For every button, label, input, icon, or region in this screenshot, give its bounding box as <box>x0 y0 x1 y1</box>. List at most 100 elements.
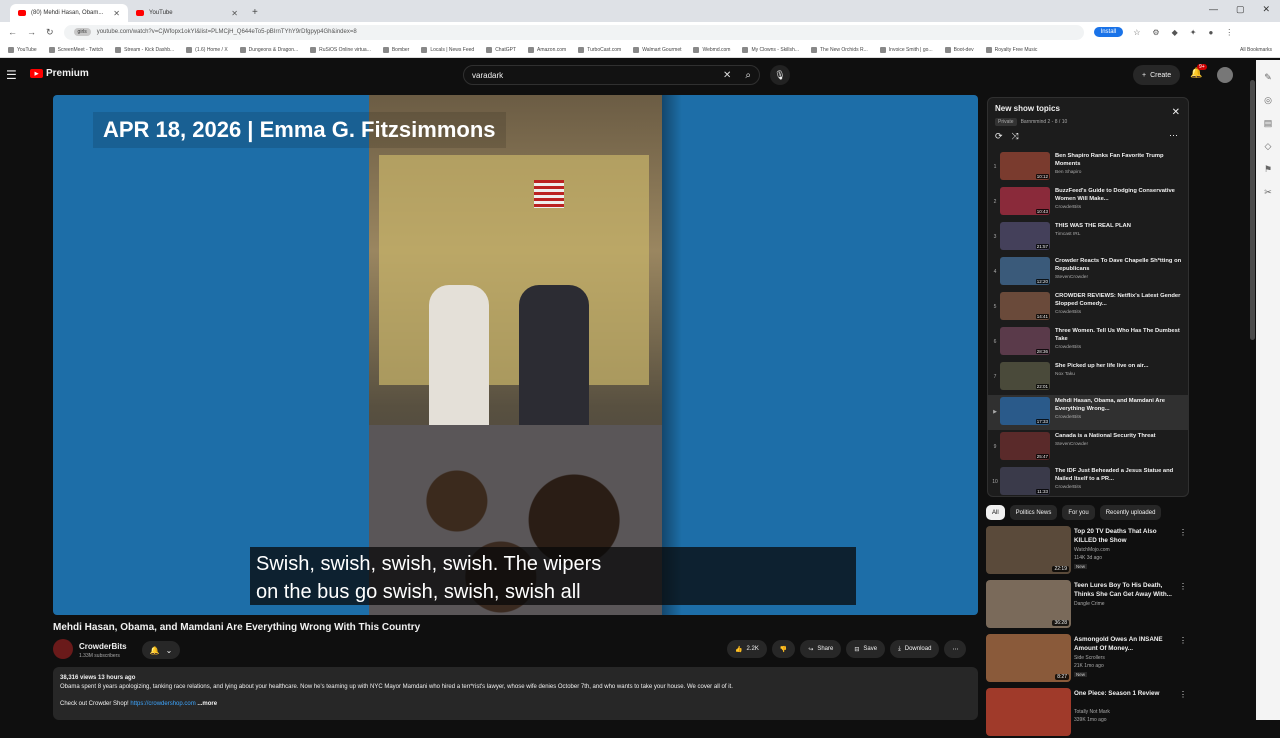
filter-chip[interactable]: For you <box>1062 505 1095 520</box>
bookmark-item[interactable]: Stream - Kick Dashb... <box>115 46 174 53</box>
playlist-item[interactable]: 2 10:43 BuzzFeed's Guide to Dodging Conser… <box>988 185 1188 220</box>
subscription-bell-button[interactable]: 🔔 ⌄ <box>142 641 180 659</box>
reload-icon[interactable]: ↻ <box>46 27 54 38</box>
playlist-item-title[interactable]: Ben Shapiro Ranks Fan Favorite Trump Mom… <box>1055 152 1186 168</box>
playlist-item-title[interactable]: THIS WAS THE REAL PLAN <box>1055 222 1186 230</box>
playlist-item-channel[interactable]: StevenCrowder <box>1055 275 1186 280</box>
search-icon[interactable]: ⌕ <box>745 70 751 81</box>
bookmark-item[interactable]: The New Orchids R... <box>810 46 868 53</box>
playlist-thumbnail[interactable]: 10:43 <box>1000 187 1050 215</box>
search-box[interactable]: varadark ✕ ⌕ <box>463 65 760 85</box>
playlist-item[interactable]: 3 21:57 THIS WAS THE REAL PLAN Timcast IRL <box>988 220 1188 255</box>
video-thumbnail[interactable]: 22:19 <box>986 526 1071 574</box>
playlist-thumbnail[interactable]: 22:01 <box>1000 362 1050 390</box>
sidebar-icon[interactable]: ◇ <box>1265 141 1272 152</box>
bookmark-item[interactable]: ScreenMeet - Twitch <box>48 46 103 53</box>
playlist-thumbnail[interactable]: 21:57 <box>1000 222 1050 250</box>
recommended-title[interactable]: Top 20 TV Deaths That Also KILLED the Sh… <box>1074 527 1172 545</box>
playlist-item-channel[interactable]: CrowderBits <box>1055 415 1186 420</box>
page-scrollbar[interactable] <box>1249 60 1256 720</box>
playlist-item-title[interactable]: Canada is a National Security Threat <box>1055 432 1186 440</box>
shop-link[interactable]: https://crowdershop.com <box>130 701 195 707</box>
playlist-thumbnail[interactable]: 25:47 <box>1000 432 1050 460</box>
extension-icon[interactable]: ◆ <box>1172 28 1178 37</box>
playlist-thumbnail[interactable]: 28:36 <box>1000 327 1050 355</box>
like-button[interactable]: 👍 2.2K <box>727 640 767 658</box>
browser-tab-video[interactable]: (80) Mehdi Hasan, Obam... ✕ <box>10 4 128 22</box>
playlist-item-title[interactable]: Three Women. Tell Us Who Has The Dumbest… <box>1055 327 1186 343</box>
playlist-item-channel[interactable]: Ben Shapiro <box>1055 170 1186 175</box>
bookmark-item[interactable]: Amazon.com <box>528 46 566 53</box>
more-icon[interactable]: ⋮ <box>1179 528 1187 537</box>
sidebar-icon[interactable]: ✎ <box>1264 72 1272 83</box>
playlist-item-title[interactable]: She Picked up her life live on air... <box>1055 362 1186 370</box>
playlist-thumbnail[interactable]: 11:33 <box>1000 467 1050 495</box>
bookmark-item[interactable]: Walmart Gourmet <box>633 46 681 53</box>
close-tab-icon[interactable]: ✕ <box>231 9 238 18</box>
youtube-logo[interactable]: ▶ Premium <box>30 68 89 79</box>
playlist-item[interactable]: ▶ 17:33 Mehdi Hasan, Obama, and Mamdani Ar… <box>988 395 1188 430</box>
playlist-thumbnail[interactable]: 10:12 <box>1000 152 1050 180</box>
loop-icon[interactable]: ⟳ <box>995 131 1003 142</box>
notifications-bell-icon[interactable]: 🔔 9+ <box>1190 64 1207 79</box>
browser-tab-youtube[interactable]: YouTube ✕ <box>128 4 246 22</box>
more-link[interactable]: ...more <box>197 701 217 707</box>
back-icon[interactable]: ← <box>8 27 17 37</box>
playlist-thumbnail[interactable]: 17:33 <box>1000 397 1050 425</box>
bookmark-item[interactable]: Locals | News Feed <box>421 46 474 53</box>
site-chip[interactable]: girls <box>73 28 91 36</box>
video-thumbnail[interactable] <box>986 688 1071 736</box>
install-button[interactable]: Install <box>1093 27 1124 37</box>
playlist-item[interactable]: 10 11:33 The IDF Just Beheaded a Jesus Sta… <box>988 465 1188 496</box>
channel-avatar[interactable] <box>53 639 73 659</box>
video-thumbnail[interactable]: 8:27 <box>986 634 1071 682</box>
bookmark-item[interactable]: RuSiOS Online virtua... <box>310 46 371 53</box>
close-window-icon[interactable]: ✕ <box>1262 4 1270 15</box>
search-input[interactable]: varadark <box>472 71 503 80</box>
playlist-item[interactable]: 6 28:36 Three Women. Tell Us Who Has The D… <box>988 325 1188 360</box>
playlist-item[interactable]: 1 10:12 Ben Shapiro Ranks Fan Favorite Tru… <box>988 150 1188 185</box>
bookmark-item[interactable]: Webmd.com <box>693 46 730 53</box>
description-box[interactable]: 38,316 views 13 hours ago Obama spent 8 … <box>53 667 978 720</box>
more-icon[interactable]: ⋮ <box>1179 636 1187 645</box>
recommended-title[interactable]: One Piece: Season 1 Review <box>1074 689 1172 698</box>
url-field[interactable]: girls youtube.com/watch?v=CjWfopx1okYI&l… <box>63 24 1084 40</box>
star-icon[interactable]: ☆ <box>1133 28 1140 37</box>
bookmark-item[interactable]: YouTube <box>8 46 37 53</box>
playlist-item-channel[interactable]: CrowderBits <box>1055 310 1186 315</box>
playlist-item-channel[interactable]: CrowderBits <box>1055 485 1186 490</box>
menu-icon[interactable]: ⋮ <box>1225 28 1233 37</box>
close-tab-icon[interactable]: ✕ <box>113 9 120 18</box>
playlist-thumbnail[interactable]: 14:41 <box>1000 292 1050 320</box>
download-button[interactable]: ⤓ Download <box>890 640 940 658</box>
bookmark-item[interactable]: Invoice Smith | go... <box>879 46 933 53</box>
sidebar-icon[interactable]: ⚑ <box>1264 164 1272 175</box>
recommended-channel[interactable]: WatchMojo.com <box>1074 547 1110 553</box>
maximize-icon[interactable]: ▢ <box>1236 4 1245 15</box>
video-thumbnail[interactable]: 36:28 <box>986 580 1071 628</box>
clear-search-icon[interactable]: ✕ <box>723 70 731 81</box>
playlist-item-channel[interactable]: CrowderBits <box>1055 345 1186 350</box>
forward-icon[interactable]: → <box>27 27 36 37</box>
dislike-button[interactable]: 👎 <box>771 640 796 658</box>
playlist-item[interactable]: 4 12:20 Crowder Reacts To Dave Chapelle Sh… <box>988 255 1188 290</box>
filter-chip[interactable]: All <box>986 505 1005 520</box>
playlist-item-title[interactable]: CROWDER REVIEWS: Netflix's Latest Gender… <box>1055 292 1186 308</box>
recommended-video[interactable]: One Piece: Season 1 Review Totally Not Ma… <box>986 688 1196 738</box>
bookmark-item[interactable]: Bomber <box>382 46 409 53</box>
filter-chip[interactable]: Politics News <box>1009 505 1058 520</box>
save-button[interactable]: ⊟ Save <box>846 640 886 658</box>
playlist-item[interactable]: 5 14:41 CROWDER REVIEWS: Netflix's Latest … <box>988 290 1188 325</box>
playlist-item[interactable]: 7 22:01 She Picked up her life live on air… <box>988 360 1188 395</box>
recommended-title[interactable]: Asmongold Owes An INSANE Amount Of Money… <box>1074 635 1172 653</box>
more-actions-button[interactable]: ⋯ <box>944 640 967 658</box>
sidebar-icon[interactable]: ▤ <box>1264 118 1273 129</box>
more-icon[interactable]: ⋮ <box>1179 690 1187 699</box>
playlist-item-channel[interactable]: CrowderBits <box>1055 205 1186 210</box>
create-button[interactable]: + Create <box>1133 65 1181 85</box>
more-icon[interactable]: ⋯ <box>1169 130 1178 141</box>
scrollbar-thumb[interactable] <box>1250 80 1255 340</box>
playlist-item-title[interactable]: BuzzFeed's Guide to Dodging Conservative… <box>1055 187 1186 203</box>
bookmark-item[interactable]: Dungeons & Dragon... <box>239 46 298 53</box>
extension-icon[interactable]: ⚙ <box>1152 28 1159 37</box>
